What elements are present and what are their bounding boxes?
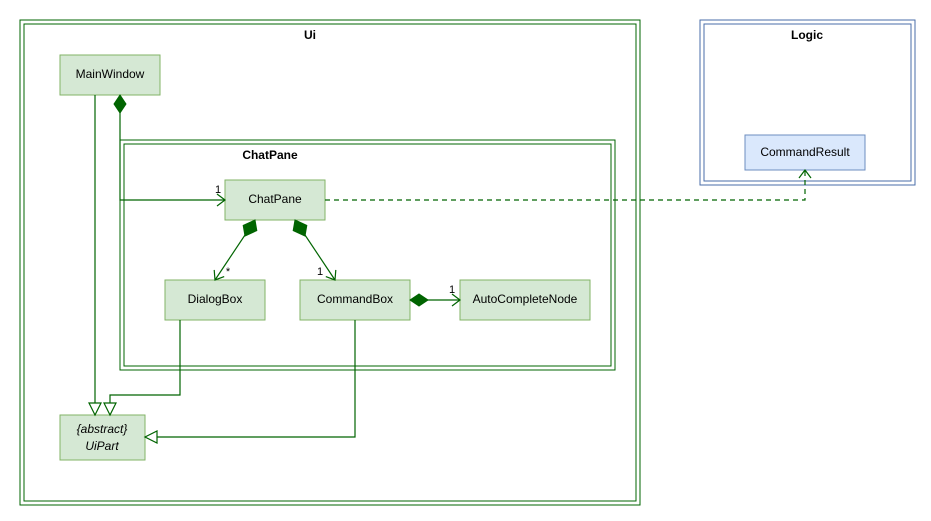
package-ui-title: Ui [304, 28, 316, 42]
class-uipart-label: UiPart [85, 439, 119, 453]
class-commandresult-label: CommandResult [760, 145, 850, 159]
edge-chatpane-dialogbox: * [214, 220, 257, 280]
mult-mw-chat: 1 [215, 184, 221, 196]
class-commandbox: CommandBox [300, 280, 410, 320]
package-logic-title: Logic [791, 28, 823, 42]
class-uipart-stereotype: {abstract} [77, 422, 128, 436]
package-chatpane-title: ChatPane [242, 148, 298, 162]
mult-cmd-auto: 1 [449, 284, 455, 296]
class-commandresult: CommandResult [745, 135, 865, 170]
class-commandbox-label: CommandBox [317, 292, 393, 306]
class-autocompletenode: AutoCompleteNode [460, 280, 590, 320]
class-autocompletenode-label: AutoCompleteNode [473, 292, 578, 306]
edge-dialogbox-uipart [104, 320, 180, 415]
edge-mainwindow-chatpane: 1 [114, 95, 225, 206]
class-dialogbox-label: DialogBox [188, 292, 243, 306]
class-mainwindow-label: MainWindow [76, 67, 145, 81]
class-chatpane: ChatPane [225, 180, 325, 220]
edge-mainwindow-uipart [89, 95, 101, 415]
class-mainwindow: MainWindow [60, 55, 160, 95]
edge-commandbox-uipart [145, 320, 355, 443]
mult-chat-dialog: * [226, 266, 231, 278]
class-dialogbox: DialogBox [165, 280, 265, 320]
edge-chatpane-commandbox: 1 [293, 220, 336, 280]
package-chatpane: ChatPane [120, 140, 615, 370]
edge-commandbox-autocomplete: 1 [410, 284, 460, 306]
class-chatpane-label: ChatPane [248, 192, 302, 206]
mult-chat-cmd: 1 [317, 266, 323, 278]
class-uipart: {abstract} UiPart [60, 415, 145, 460]
